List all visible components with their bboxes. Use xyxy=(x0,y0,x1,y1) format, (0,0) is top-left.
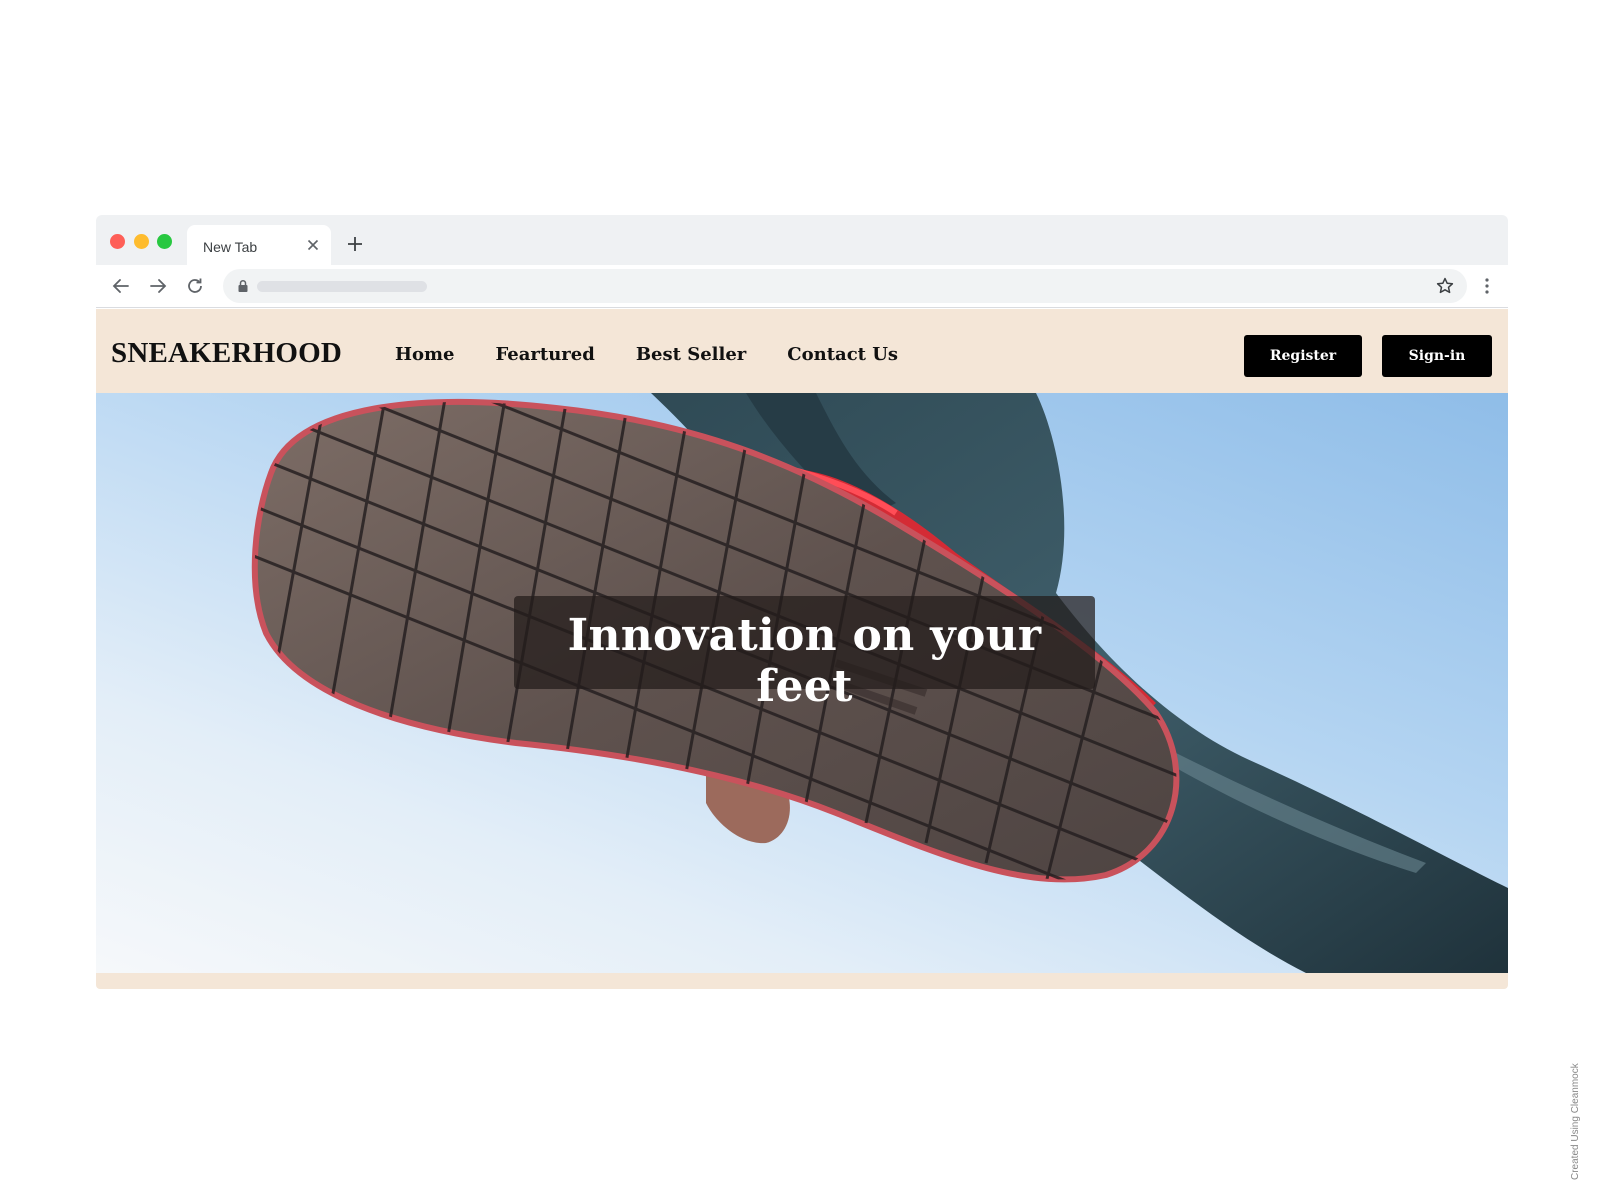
close-window-button[interactable] xyxy=(110,234,125,249)
nav-contact-us[interactable]: Contact Us xyxy=(787,344,898,365)
brand-logo[interactable]: SNEAKERHOOD xyxy=(111,337,342,370)
star-icon[interactable] xyxy=(1435,276,1455,296)
maximize-window-button[interactable] xyxy=(157,234,172,249)
footer-strip xyxy=(96,973,1508,989)
hero-banner: Innovation on your feet xyxy=(96,393,1508,973)
site-header: SNEAKERHOOD Home Feartured Best Seller C… xyxy=(96,309,1508,393)
close-icon[interactable] xyxy=(305,237,321,253)
tab-strip: New Tab xyxy=(96,215,1508,265)
nav-home[interactable]: Home xyxy=(395,344,455,365)
address-bar[interactable] xyxy=(223,269,1467,303)
forward-arrow-icon[interactable] xyxy=(148,276,168,296)
nav-best-seller[interactable]: Best Seller xyxy=(636,344,746,365)
url-placeholder xyxy=(257,281,427,292)
kebab-menu-icon[interactable] xyxy=(1484,276,1490,296)
plus-icon[interactable] xyxy=(346,235,364,253)
headline-overlay: Innovation on your feet xyxy=(514,596,1095,712)
credit-text: Created Using Cleanmock xyxy=(1570,1063,1581,1180)
tab-title: New Tab xyxy=(203,239,258,255)
back-arrow-icon[interactable] xyxy=(111,276,131,296)
register-button[interactable]: Register xyxy=(1244,335,1362,377)
lock-icon xyxy=(238,279,248,292)
browser-toolbar xyxy=(96,265,1508,308)
nav-featured[interactable]: Feartured xyxy=(496,344,595,365)
reload-icon[interactable] xyxy=(185,276,205,296)
minimize-window-button[interactable] xyxy=(134,234,149,249)
hero-headline: Innovation on your feet xyxy=(567,610,1042,712)
browser-window: New Tab SNEAKERHOOD Home Feartured Best … xyxy=(96,215,1508,989)
sign-in-button[interactable]: Sign-in xyxy=(1382,335,1492,377)
main-nav: Home Feartured Best Seller Contact Us xyxy=(395,344,898,365)
tab-new-tab[interactable]: New Tab xyxy=(187,225,331,265)
